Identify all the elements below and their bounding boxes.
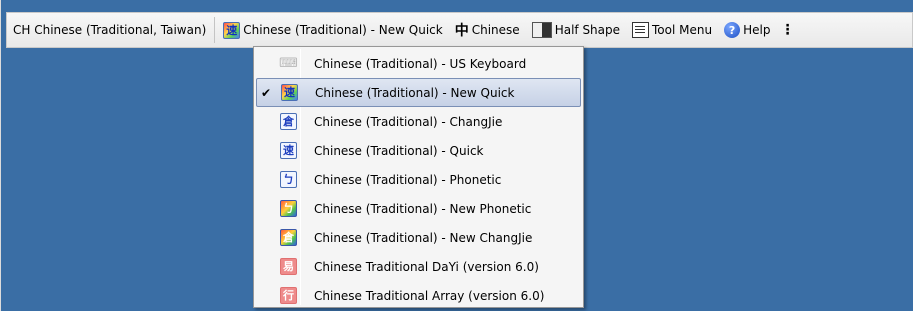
chinese-mode-label: Chinese: [471, 23, 520, 37]
menu-item-label: Chinese (Traditional) - New Quick: [315, 85, 515, 100]
menu-item[interactable]: 倉 Chinese (Traditional) - ChangJie: [256, 107, 581, 136]
tool-menu-button[interactable]: Tool Menu: [626, 16, 718, 44]
menu-item[interactable]: 倉 Chinese (Traditional) - New ChangJie: [256, 223, 581, 252]
help-label: Help: [743, 23, 771, 37]
array-icon: 行: [280, 287, 297, 304]
help-icon: ?: [724, 22, 741, 38]
phonetic-icon: ㄅ: [280, 171, 297, 188]
menu-item[interactable]: ㄅ Chinese (Traditional) - Phonetic: [256, 165, 581, 194]
menu-item[interactable]: 易 Chinese Traditional DaYi (version 6.0): [256, 252, 581, 281]
half-shape-icon: [531, 22, 552, 38]
dayi-icon: 易: [280, 258, 297, 275]
new-quick-icon: 速: [281, 84, 298, 101]
ime-dropdown-menu: ⌨ Chinese (Traditional) - US Keyboard ✔ 速 Ch…: [253, 46, 584, 308]
language-label: CH Chinese (Traditional, Taiwan): [13, 23, 207, 37]
help-button[interactable]: ? Help: [718, 16, 776, 44]
menu-item[interactable]: ㄅ Chinese (Traditional) - New Phonetic: [256, 194, 581, 223]
language-selector[interactable]: CH Chinese (Traditional, Taiwan): [7, 16, 212, 44]
ime-label: Chinese (Traditional) - New Quick: [243, 23, 443, 37]
tool-menu-label: Tool Menu: [652, 23, 713, 37]
new-changjie-icon: 倉: [280, 229, 297, 246]
menu-item-label: Chinese (Traditional) - New Phonetic: [314, 201, 532, 216]
menu-item[interactable]: ✔ 速 Chinese (Traditional) - New Quick: [256, 78, 581, 107]
check-icon: ✔: [260, 85, 272, 100]
menu-item-label: Chinese Traditional DaYi (version 6.0): [314, 259, 539, 274]
chinese-mode-button[interactable]: 中 Chinese: [449, 16, 526, 44]
tool-menu-icon: [632, 22, 650, 38]
language-bar: CH Chinese (Traditional, Taiwan) 速 Chine…: [6, 12, 913, 48]
overflow-button[interactable]: ⋮: [776, 16, 798, 44]
quick-icon: 速: [280, 142, 297, 159]
menu-item-label: Chinese (Traditional) - US Keyboard: [314, 56, 527, 71]
menu-item-label: Chinese (Traditional) - ChangJie: [314, 114, 503, 129]
new-phonetic-icon: ㄅ: [280, 200, 297, 217]
changjie-icon: 倉: [280, 113, 297, 130]
chinese-mode-icon: 中: [454, 23, 469, 39]
quick-ime-icon: 速: [223, 21, 241, 39]
menu-item-label: Chinese (Traditional) - New ChangJie: [314, 230, 533, 245]
menu-item-label: Chinese Traditional Array (version 6.0): [314, 288, 545, 303]
menu-item-label: Chinese (Traditional) - Quick: [314, 143, 484, 158]
menu-item-label: Chinese (Traditional) - Phonetic: [314, 172, 502, 187]
half-shape-label: Half Shape: [554, 23, 621, 37]
overflow-icon: ⋮: [780, 22, 795, 38]
menu-item[interactable]: 速 Chinese (Traditional) - Quick: [256, 136, 581, 165]
ime-selector[interactable]: 速 Chinese (Traditional) - New Quick: [217, 16, 448, 44]
menu-item[interactable]: 行 Chinese Traditional Array (version 6.0): [256, 281, 581, 310]
separator: [214, 17, 216, 43]
menu-item[interactable]: ⌨ Chinese (Traditional) - US Keyboard: [256, 49, 581, 78]
keyboard-icon: ⌨: [279, 56, 298, 71]
half-shape-button[interactable]: Half Shape: [526, 16, 626, 44]
